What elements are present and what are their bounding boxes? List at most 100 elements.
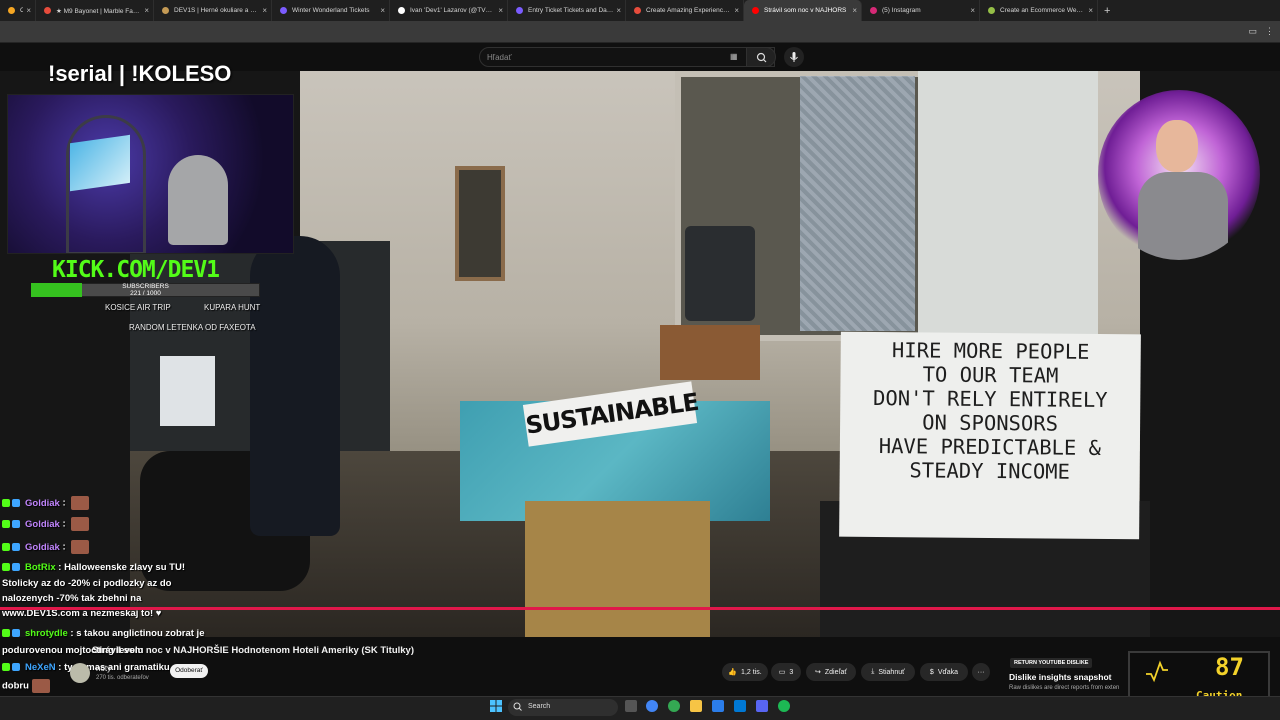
- tab-close-icon[interactable]: ×: [616, 6, 621, 15]
- chat-message: Goldiak :: [2, 540, 90, 554]
- browser-tab[interactable]: CSGOS×: [0, 0, 36, 21]
- subscriber-goal-label: SUBSCRIBERS 221 / 1000: [31, 283, 260, 297]
- chat-text: dobru: [2, 680, 29, 692]
- chat-username[interactable]: shrotydle: [25, 628, 68, 639]
- tab-close-icon[interactable]: ×: [970, 6, 975, 15]
- share-button[interactable]: ↪ Zdieľať: [806, 663, 856, 681]
- discord-icon[interactable]: [756, 700, 768, 712]
- tab-close-icon[interactable]: ×: [380, 6, 385, 15]
- tab-close-icon[interactable]: ×: [262, 6, 267, 15]
- tab-close-icon[interactable]: ×: [1088, 6, 1093, 15]
- chat-separator: :: [59, 518, 69, 530]
- browser-tab[interactable]: Ivan 'Dev1' Lazarov (@TVDev1) ×: [390, 0, 508, 21]
- sign-line: DON'T RELY ENTIRELY: [872, 385, 1108, 413]
- vscode-icon[interactable]: [734, 700, 746, 712]
- tab-title: CSGOS: [20, 7, 23, 14]
- subscribe-button[interactable]: Odoberať: [170, 664, 208, 678]
- tab-title: Strávil som noc v NAJHORŠ: [764, 7, 847, 14]
- tab-favicon-icon: [752, 7, 759, 14]
- chat-message: BotRix : Halloweenske zlavy su TU!: [2, 562, 185, 573]
- browser-tab[interactable]: Strávil som noc v NAJHORŠ ×: [744, 0, 862, 21]
- browser-tab[interactable]: Create an Ecommerce Website ×: [980, 0, 1098, 21]
- chrome-icon[interactable]: [646, 700, 658, 712]
- tab-title: Entry Ticket Tickets and Dates: [528, 7, 614, 14]
- comments-button[interactable]: ▭ 3: [771, 663, 801, 681]
- tab-favicon-icon: [398, 7, 405, 14]
- browser-tab[interactable]: Entry Ticket Tickets and Dates ×: [508, 0, 626, 21]
- comment-count: 3: [789, 668, 794, 676]
- new-tab-button[interactable]: +: [1104, 5, 1110, 17]
- tab-close-icon[interactable]: ×: [26, 6, 31, 15]
- tab-title: Create Amazing Experiences - I: [646, 7, 732, 14]
- kick-badge-icon: [2, 663, 10, 672]
- menu-dots-icon[interactable]: ⋮: [1265, 26, 1274, 37]
- tab-close-icon[interactable]: ×: [734, 6, 739, 15]
- search-icon: [756, 52, 767, 63]
- subscriber-goal-title: SUBSCRIBERS: [122, 283, 169, 290]
- subscriber-badge-icon: [12, 499, 20, 507]
- subscriber-badge-icon: [12, 563, 20, 572]
- sign-line: HIRE MORE PEOPLE: [891, 338, 1090, 364]
- channel-name[interactable]: noty: [96, 664, 111, 673]
- keyboard-icon[interactable]: ▦: [730, 52, 738, 61]
- tab-title: DEV1S | Herné okuliare a príslu: [174, 7, 260, 14]
- goal-kosice: KOSICE AIR TRIP: [105, 303, 171, 312]
- chat-message: Goldiak :: [2, 517, 90, 531]
- notes-icon[interactable]: [712, 700, 724, 712]
- search-button[interactable]: [746, 47, 776, 67]
- tab-favicon-icon: [634, 7, 641, 14]
- tab-close-icon[interactable]: ×: [498, 6, 503, 15]
- kick-logo: KICK.COM/DEV1: [52, 257, 220, 283]
- browser-toolbar-icons: ▭ ⋮: [1248, 26, 1274, 37]
- chat-separator: :: [55, 562, 65, 573]
- video-progress-bar[interactable]: [0, 607, 1280, 610]
- tab-favicon-icon: [8, 7, 15, 14]
- facecam: [1098, 90, 1260, 260]
- chat-username[interactable]: BotRix: [25, 562, 56, 573]
- cast-icon[interactable]: ▭: [1248, 26, 1257, 37]
- browser-tab[interactable]: DEV1S | Herné okuliare a príslu ×: [154, 0, 272, 21]
- chat-message: nalozenych -70% tak zbehni na: [2, 593, 141, 604]
- chat-username[interactable]: Goldiak: [25, 542, 60, 553]
- scene-bucket: [685, 226, 755, 321]
- thanks-label: Vďaka: [937, 668, 959, 676]
- chat-username[interactable]: Goldiak: [25, 519, 60, 530]
- tab-favicon-icon: [988, 7, 995, 14]
- kick-badge-icon: [2, 499, 10, 507]
- browser-tab[interactable]: Winter Wonderland Tickets ×: [272, 0, 390, 21]
- tab-close-icon[interactable]: ×: [144, 6, 149, 15]
- file-explorer-icon[interactable]: [690, 700, 702, 712]
- chat-emote-icon: [71, 517, 90, 531]
- task-view-icon[interactable]: [625, 700, 637, 712]
- chat-username[interactable]: Goldiak: [25, 498, 60, 509]
- sign-line: STEADY INCOME: [909, 458, 1071, 484]
- voice-search-button[interactable]: [784, 47, 804, 67]
- share-label: Zdieľať: [824, 668, 848, 676]
- subscriber-badge-icon: [12, 629, 20, 638]
- spotify-icon[interactable]: [778, 700, 790, 712]
- dislike-extension-title: Dislike insights snapshot: [1009, 672, 1112, 682]
- chat-emote-icon: [31, 679, 50, 693]
- kick-badge-icon: [2, 520, 10, 528]
- windows-start-icon[interactable]: [490, 700, 502, 712]
- browser-tab[interactable]: (5) Instagram ×: [862, 0, 980, 21]
- download-button[interactable]: ⤓ Stiahnuť: [861, 663, 915, 681]
- like-button[interactable]: 👍 1,2 tis.: [722, 663, 768, 681]
- sign-line: HAVE PREDICTABLE &: [878, 434, 1102, 460]
- thanks-button[interactable]: $ Vďaka: [920, 663, 968, 681]
- browser-tab[interactable]: ★ M9 Bayonet | Marble Fade - ×: [36, 0, 154, 21]
- more-actions-button[interactable]: ···: [972, 663, 990, 681]
- channel-avatar[interactable]: [70, 663, 90, 683]
- download-label: Stiahnuť: [878, 668, 905, 676]
- chrome-profile-icon[interactable]: [668, 700, 680, 712]
- scene-person: [250, 236, 340, 536]
- tab-title: Winter Wonderland Tickets: [292, 7, 370, 14]
- chat-username[interactable]: NeXeN: [25, 662, 56, 673]
- browser-tab[interactable]: Create Amazing Experiences - I ×: [626, 0, 744, 21]
- tab-close-icon[interactable]: ×: [852, 6, 857, 15]
- taskbar-search[interactable]: Search: [508, 699, 618, 716]
- scene-crate: [160, 356, 215, 426]
- tab-title: ★ M9 Bayonet | Marble Fade -: [56, 7, 142, 15]
- chat-message: dobru: [2, 679, 50, 693]
- thumbs-up-icon: 👍: [728, 669, 738, 676]
